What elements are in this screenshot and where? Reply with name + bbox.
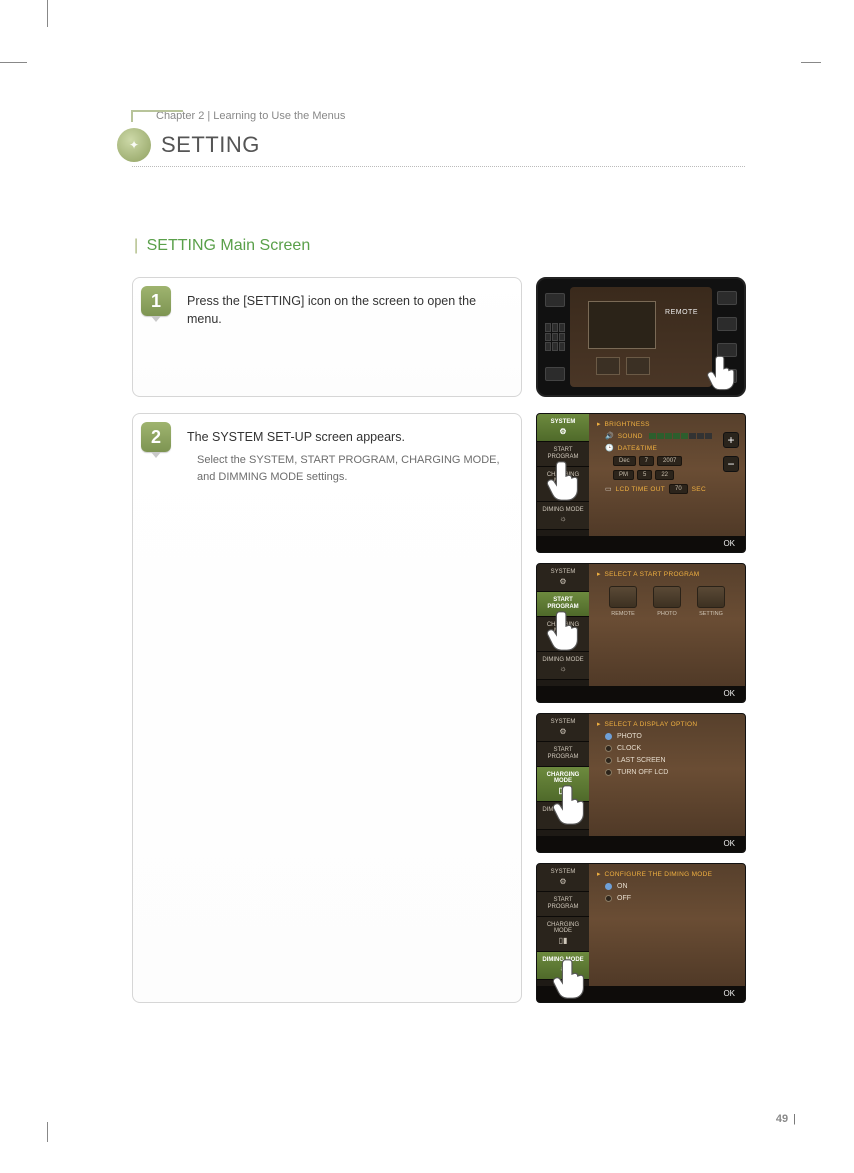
- content-grid: 1 Press the [SETTING] icon on the screen…: [132, 277, 745, 1003]
- section-heading-text: SETTING Main Screen: [147, 237, 311, 254]
- sound-label: SOUND: [618, 433, 643, 440]
- step-number-badge: 2: [141, 422, 171, 452]
- radio-icon: [605, 883, 612, 890]
- tab-diming-mode: DIMING MODE☼: [537, 502, 589, 530]
- tab-system: SYSTEM⚙: [537, 714, 589, 742]
- program-options: REMOTE PHOTO SETTING: [597, 586, 737, 617]
- charging-header: SELECT A DISPLAY OPTION: [605, 721, 698, 728]
- setup-screen-diming-mode: SYSTEM⚙ START PROGRAM CHARGING MODE▯▮ DI…: [536, 863, 746, 1003]
- date-month: Dec: [613, 456, 636, 466]
- device-dpad: [545, 323, 565, 351]
- chapter-line: Chapter 2 | Learning to Use the Menus: [156, 110, 745, 122]
- setup-screens-column: SYSTEM⚙ START PROGRAM CHARGING MODE▯▮ DI…: [536, 413, 746, 1003]
- timer-icon: ▭: [605, 485, 612, 493]
- page-number: 49 |: [776, 1113, 796, 1125]
- tab-system: SYSTEM⚙: [537, 564, 589, 592]
- sound-bar: [649, 433, 712, 439]
- device-screen: REMOTE: [570, 287, 712, 387]
- screen-remote-label: REMOTE: [665, 309, 698, 316]
- sound-icon: 🔊: [605, 432, 614, 440]
- page: Chapter 2 | Learning to Use the Menus SE…: [47, 0, 805, 1043]
- program-option: REMOTE: [606, 586, 640, 617]
- step-2-subtext: Select the SYSTEM, START PROGRAM, CHARGI…: [197, 452, 505, 486]
- device-button: [717, 317, 737, 331]
- lcdtimeout-unit: SEC: [692, 486, 706, 493]
- step-card-2: 2 The SYSTEM SET-UP screen appears. Sele…: [132, 413, 522, 1003]
- radio-icon: [605, 757, 612, 764]
- option-row: TURN OFF LCD: [605, 769, 737, 776]
- ok-bar: OK: [537, 836, 745, 852]
- crop-mark: [47, 1122, 48, 1142]
- setup-screen-system: SYSTEM⚙ START PROGRAM CHARGING MODE▯▮ DI…: [536, 413, 746, 553]
- screen-frame: [588, 301, 656, 349]
- pointing-hand-icon: [545, 608, 585, 654]
- section-bar-icon: |: [134, 237, 138, 254]
- device-button: [717, 369, 737, 383]
- brightness-label: BRIGHTNESS: [605, 421, 650, 428]
- title-row: SETTING: [132, 128, 745, 167]
- device-left-buttons: [544, 287, 566, 387]
- ok-bar: OK: [537, 686, 745, 702]
- setup-panel: ▸SELECT A DISPLAY OPTION PHOTO CLOCK LAS…: [589, 714, 745, 852]
- option-row: CLOCK: [605, 745, 737, 752]
- header-rule-stub: [131, 110, 183, 122]
- setup-screen-charging-mode: SYSTEM⚙ START PROGRAM CHARGING MODE▯▮ DI…: [536, 713, 746, 853]
- tab-start-program: START PROGRAM: [537, 892, 589, 916]
- option-row: LAST SCREEN: [605, 757, 737, 764]
- minus-button: −: [723, 456, 739, 472]
- setup-panel: ▸BRIGHTNESS 🔊SOUND 🕒DATE&TIME Dec 7 2007…: [589, 414, 745, 552]
- program-option: SETTING: [694, 586, 728, 617]
- device-button: [717, 343, 737, 357]
- option-row: PHOTO: [605, 733, 737, 740]
- tab-start-program: START PROGRAM: [537, 742, 589, 766]
- date-year: 2007: [657, 456, 682, 466]
- setup-screen-start-program: SYSTEM⚙ START PROGRAM CHARGING MODE▯▮ DI…: [536, 563, 746, 703]
- section-heading: | SETTING Main Screen: [134, 237, 745, 255]
- ok-bar: OK: [537, 536, 745, 552]
- pointing-hand-icon: [551, 956, 591, 1002]
- clock-icon: 🕒: [605, 444, 614, 452]
- tab-system: SYSTEM⚙: [537, 414, 589, 442]
- option-row: OFF: [605, 895, 737, 902]
- setup-panel: ▸CONFIGURE THE DIMING MODE ON OFF: [589, 864, 745, 1002]
- plus-button: +: [723, 432, 739, 448]
- radio-icon: [605, 745, 612, 752]
- screen-thumb: [596, 357, 620, 375]
- screen-thumb: [626, 357, 650, 375]
- step-number-badge: 1: [141, 286, 171, 316]
- option-row: ON: [605, 883, 737, 890]
- page-title: SETTING: [161, 132, 260, 158]
- pointing-hand-icon: [551, 782, 591, 828]
- step-2-text: The SYSTEM SET-UP screen appears.: [187, 428, 505, 446]
- crop-mark: [0, 62, 27, 63]
- device-button: [717, 291, 737, 305]
- radio-icon: [605, 769, 612, 776]
- datetime-label: DATE&TIME: [618, 445, 657, 452]
- pointing-hand-icon: [545, 458, 585, 504]
- date-day: 7: [639, 456, 654, 466]
- time-min: 22: [655, 470, 674, 480]
- lcdtimeout-label: LCD TIME OUT: [616, 486, 665, 493]
- start-program-header: SELECT A START PROGRAM: [605, 571, 700, 578]
- radio-icon: [605, 733, 612, 740]
- program-option: PHOTO: [650, 586, 684, 617]
- radio-icon: [605, 895, 612, 902]
- device-button: [545, 293, 565, 307]
- device-right-buttons: [716, 287, 738, 387]
- diming-header: CONFIGURE THE DIMING MODE: [605, 871, 713, 878]
- device-mockup: REMOTE: [536, 277, 746, 397]
- tab-diming-mode: DIMING MODE☼: [537, 652, 589, 680]
- step-card-1: 1 Press the [SETTING] icon on the screen…: [132, 277, 522, 397]
- time-ampm: PM: [613, 470, 634, 480]
- setup-panel: ▸SELECT A START PROGRAM REMOTE PHOTO SET…: [589, 564, 745, 702]
- setting-header-icon: [117, 128, 151, 162]
- tab-system: SYSTEM⚙: [537, 864, 589, 892]
- device-button: [545, 367, 565, 381]
- tab-charging-mode: CHARGING MODE▯▮: [537, 917, 589, 952]
- time-hour: 5: [637, 470, 652, 480]
- lcdtimeout-value: 70: [669, 484, 688, 494]
- step-1-text: Press the [SETTING] icon on the screen t…: [187, 292, 505, 328]
